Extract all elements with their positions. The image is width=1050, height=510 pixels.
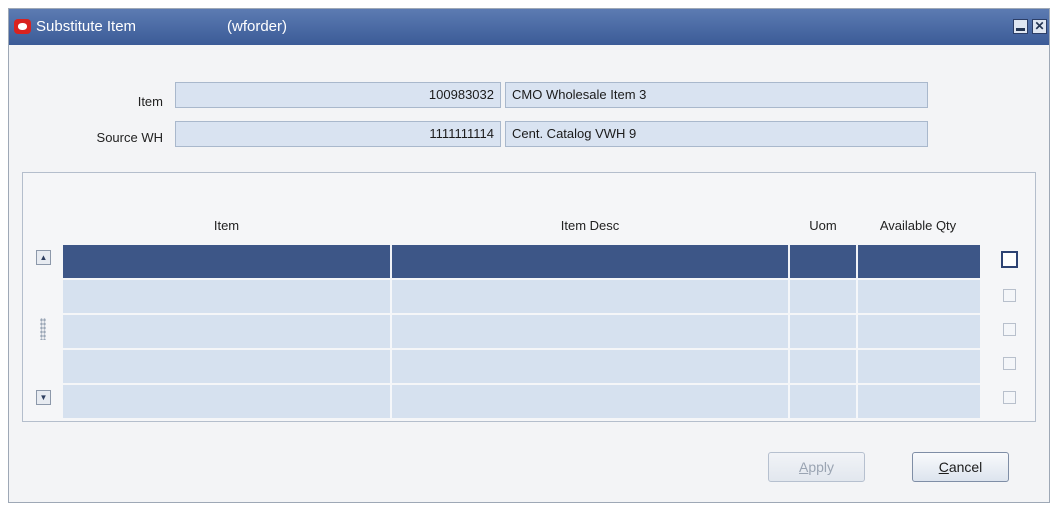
item-desc-cell[interactable] xyxy=(392,245,790,278)
source-wh-label: Source WH xyxy=(96,130,163,145)
window-context: (wforder) xyxy=(227,18,288,35)
apply-mnemonic: A xyxy=(798,459,809,475)
cancel-label: ancel xyxy=(948,459,983,475)
source-wh-number-field[interactable]: 1111111114 xyxy=(175,121,501,147)
item-cell[interactable] xyxy=(63,350,392,383)
row-checkbox[interactable] xyxy=(1003,323,1016,336)
item-desc-cell[interactable] xyxy=(392,280,790,313)
row-checkbox[interactable] xyxy=(1003,289,1016,302)
available-qty-cell[interactable] xyxy=(858,385,980,418)
column-header-available-qty[interactable]: Available Qty xyxy=(858,218,978,233)
source-wh-desc-field[interactable]: Cent. Catalog VWH 9 xyxy=(505,121,928,147)
scroll-up-icon[interactable]: ▲ xyxy=(36,250,51,265)
column-header-item-desc[interactable]: Item Desc xyxy=(392,218,788,233)
item-desc-cell[interactable] xyxy=(392,315,790,348)
row-checkbox[interactable] xyxy=(1001,251,1018,268)
close-icon[interactable]: ✕ xyxy=(1032,19,1047,34)
scroll-grip-icon[interactable] xyxy=(40,318,46,340)
available-qty-cell[interactable] xyxy=(858,350,980,383)
item-desc-field[interactable]: CMO Wholesale Item 3 xyxy=(505,82,928,108)
available-qty-cell[interactable] xyxy=(858,245,980,278)
item-cell[interactable] xyxy=(63,280,392,313)
minimize-icon[interactable] xyxy=(1013,19,1028,34)
item-cell[interactable] xyxy=(63,385,392,418)
available-qty-cell[interactable] xyxy=(858,315,980,348)
item-cell[interactable] xyxy=(63,245,392,278)
item-cell[interactable] xyxy=(63,315,392,348)
available-qty-cell[interactable] xyxy=(858,280,980,313)
uom-cell[interactable] xyxy=(790,280,858,313)
title-bar[interactable]: Substitute Item (wforder) ✕ xyxy=(9,9,1049,45)
row-checkbox[interactable] xyxy=(1003,357,1016,370)
uom-cell[interactable] xyxy=(790,350,858,383)
item-desc-cell[interactable] xyxy=(392,350,790,383)
cancel-button[interactable]: Cancel xyxy=(912,452,1009,482)
item-label: Item xyxy=(137,94,163,109)
apply-button[interactable]: Apply xyxy=(768,452,865,482)
oracle-logo-icon xyxy=(14,19,31,34)
scroll-down-icon[interactable]: ▼ xyxy=(36,390,51,405)
item-desc-cell[interactable] xyxy=(392,385,790,418)
cancel-mnemonic: C xyxy=(938,459,949,475)
apply-label: pply xyxy=(808,459,835,475)
window-title: Substitute Item xyxy=(36,18,137,35)
column-header-item[interactable]: Item xyxy=(63,218,390,233)
uom-cell[interactable] xyxy=(790,245,858,278)
uom-cell[interactable] xyxy=(790,315,858,348)
row-checkbox[interactable] xyxy=(1003,391,1016,404)
uom-cell[interactable] xyxy=(790,385,858,418)
column-header-uom[interactable]: Uom xyxy=(790,218,856,233)
item-number-field[interactable]: 100983032 xyxy=(175,82,501,108)
